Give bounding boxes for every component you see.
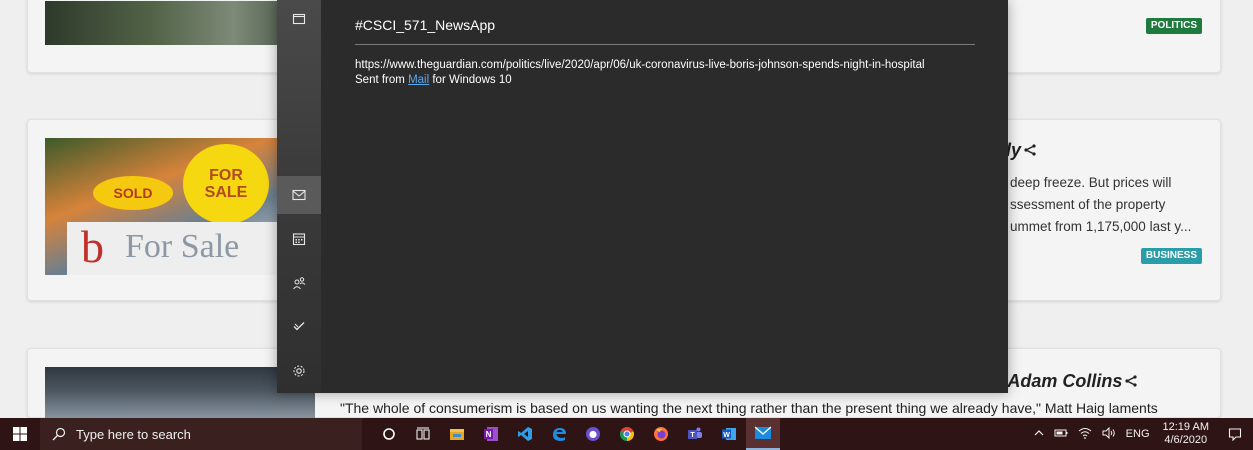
news-thumbnail[interactable] xyxy=(45,367,315,419)
app-button[interactable] xyxy=(576,418,610,450)
vscode-icon xyxy=(518,427,532,441)
firefox-icon xyxy=(654,427,668,441)
battery-icon xyxy=(1054,429,1068,436)
chrome-button[interactable] xyxy=(610,418,644,450)
clock-date: 4/6/2020 xyxy=(1164,434,1208,446)
start-button[interactable] xyxy=(0,418,40,450)
svg-text:N: N xyxy=(486,430,492,439)
edge-icon xyxy=(553,428,566,441)
news-title[interactable]: ly xyxy=(1006,140,1036,161)
news-title[interactable]: | Adam Collins xyxy=(998,371,1137,392)
notification-icon xyxy=(1228,428,1242,441)
mail-app-button[interactable] xyxy=(746,418,780,450)
mail-app-icon xyxy=(754,426,772,439)
news-description: deep freeze. But prices will ssessment o… xyxy=(1010,172,1220,238)
teams-icon: T xyxy=(688,427,702,439)
wifi-icon xyxy=(1078,427,1091,439)
onenote-button[interactable]: N xyxy=(474,418,508,450)
task-view-icon xyxy=(416,427,430,440)
show-hidden-icons-button[interactable] xyxy=(1029,428,1049,440)
system-tray: ENG 12:19 AM 4/6/2020 xyxy=(1029,418,1253,450)
news-title-text: ly xyxy=(1006,140,1022,160)
mail-nav-rail xyxy=(277,0,321,393)
description-line: ssessment of the property xyxy=(1010,197,1166,212)
file-explorer-button[interactable] xyxy=(440,418,474,450)
mail-link[interactable]: Mail xyxy=(408,74,429,86)
signature: Sent from Mail for Windows 10 xyxy=(355,73,955,88)
todo-button[interactable] xyxy=(277,307,321,345)
body-url: https://www.theguardian.com/politics/liv… xyxy=(355,59,925,71)
section-badge: POLITICS xyxy=(1145,18,1202,34)
share-icon[interactable] xyxy=(1024,144,1036,156)
onenote-icon: N xyxy=(484,427,498,441)
windows-logo-icon xyxy=(13,427,27,441)
news-thumbnail[interactable] xyxy=(45,1,315,45)
taskbar: Type here to search N T W ENG 12:19 AM 4… xyxy=(0,418,1253,450)
network-button[interactable] xyxy=(1073,427,1097,442)
screen: POLITICS SOLD FOR SALE For Sale b ly dee… xyxy=(0,0,1253,450)
news-quote: "The whole of consumerism is based on us… xyxy=(340,400,1158,416)
search-box[interactable]: Type here to search xyxy=(40,418,362,450)
battery-button[interactable] xyxy=(1049,428,1073,441)
settings-icon xyxy=(293,365,305,377)
firefox-button[interactable] xyxy=(644,418,678,450)
description-line: ummet from 1,175,000 last y... xyxy=(1010,219,1192,234)
volume-icon xyxy=(1102,426,1115,439)
task-view-button[interactable] xyxy=(406,418,440,450)
calendar-button[interactable] xyxy=(277,220,321,258)
sold-sign: SOLD xyxy=(93,176,173,210)
board-logo-letter: b xyxy=(81,221,104,272)
folder-icon xyxy=(292,13,306,25)
search-placeholder: Type here to search xyxy=(76,426,191,442)
folder-button[interactable] xyxy=(277,0,321,38)
subject-divider xyxy=(355,44,975,45)
people-icon xyxy=(293,277,306,290)
search-icon xyxy=(52,427,66,441)
description-line: deep freeze. But prices will xyxy=(1010,175,1172,190)
volume-button[interactable] xyxy=(1097,426,1121,442)
svg-text:T: T xyxy=(690,432,695,439)
cortana-icon xyxy=(383,428,395,440)
teams-button[interactable]: T xyxy=(678,418,712,450)
mail-button[interactable] xyxy=(277,176,321,214)
cortana-button[interactable] xyxy=(372,418,406,450)
people-button[interactable] xyxy=(277,264,321,302)
vscode-button[interactable] xyxy=(508,418,542,450)
news-thumbnail[interactable]: SOLD FOR SALE For Sale b xyxy=(45,138,315,275)
mail-icon xyxy=(292,189,306,201)
section-badge: BUSINESS xyxy=(1140,248,1202,264)
calendar-icon xyxy=(292,233,306,246)
signature-suffix: for Windows 10 xyxy=(429,74,512,86)
settings-button[interactable] xyxy=(277,352,321,390)
app-icon xyxy=(586,427,600,441)
file-explorer-icon xyxy=(450,429,464,440)
share-icon[interactable] xyxy=(1125,375,1137,387)
for-sale-sign: FOR SALE xyxy=(183,144,269,224)
subject-field[interactable]: #CSCI_571_NewsApp xyxy=(355,17,495,33)
notifications-button[interactable] xyxy=(1217,418,1253,450)
language-indicator[interactable]: ENG xyxy=(1121,428,1155,440)
word-icon: W xyxy=(722,428,736,440)
chrome-icon xyxy=(620,427,634,441)
taskbar-apps: N T W xyxy=(372,418,780,450)
todo-icon xyxy=(293,322,305,331)
word-button[interactable]: W xyxy=(712,418,746,450)
message-body[interactable]: https://www.theguardian.com/politics/liv… xyxy=(355,58,955,88)
clock-time: 12:19 AM xyxy=(1162,421,1209,433)
signature-prefix: Sent from xyxy=(355,74,409,86)
svg-text:W: W xyxy=(723,432,730,439)
news-title-text: | Adam Collins xyxy=(998,371,1123,391)
edge-button[interactable] xyxy=(542,418,576,450)
mail-window[interactable]: #CSCI_571_NewsApp https://www.theguardia… xyxy=(277,0,1008,393)
clock[interactable]: 12:19 AM 4/6/2020 xyxy=(1155,421,1217,447)
chevron-up-icon xyxy=(1034,430,1044,436)
